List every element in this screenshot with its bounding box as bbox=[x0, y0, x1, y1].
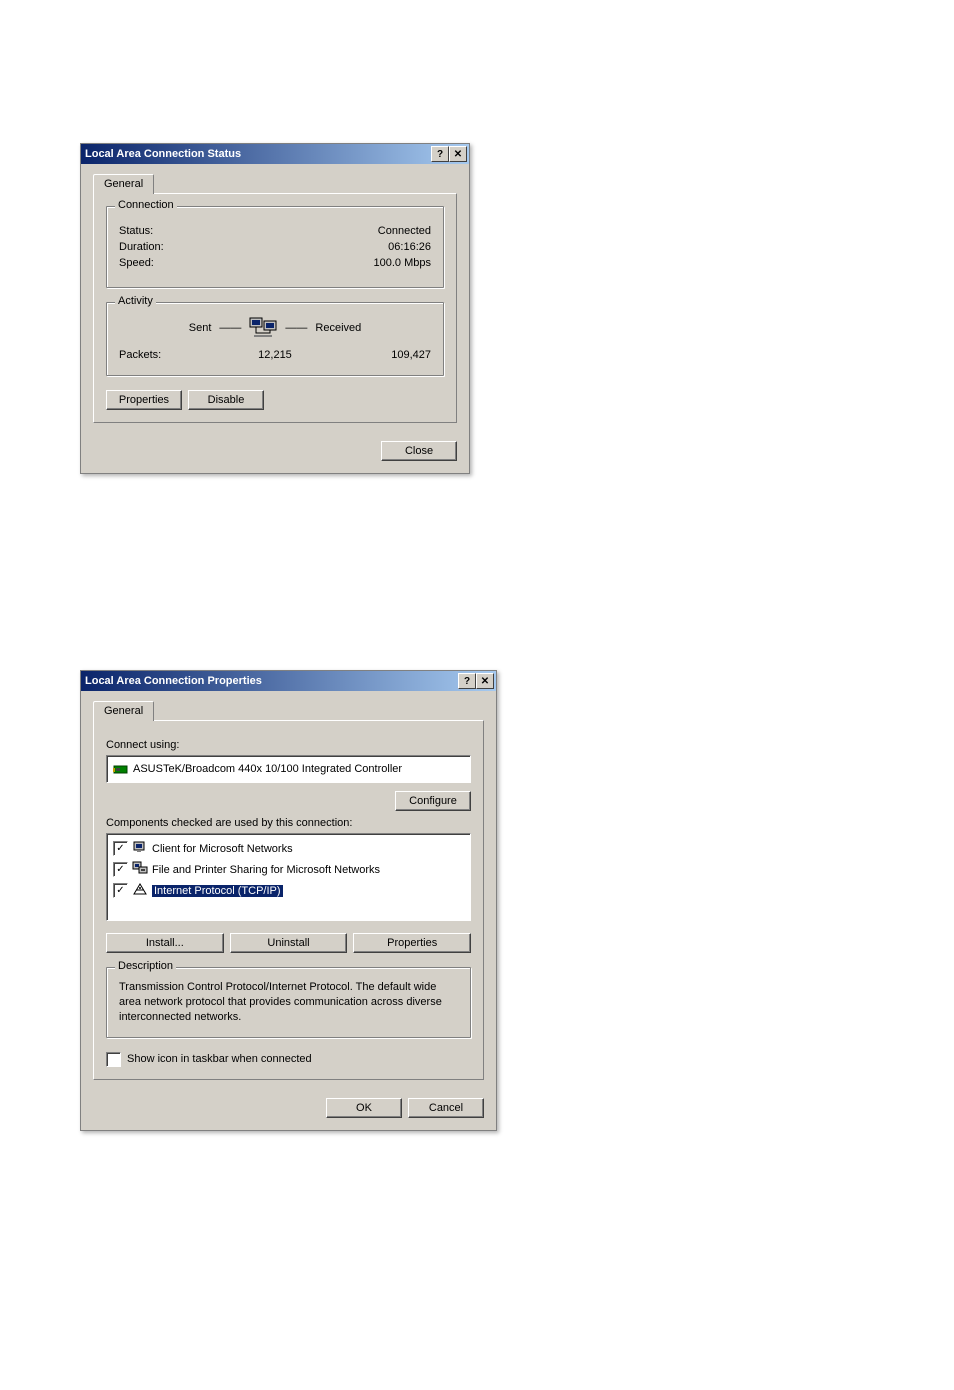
cancel-button[interactable]: Cancel bbox=[408, 1098, 484, 1118]
titlebar-buttons: ? ✕ bbox=[458, 673, 494, 689]
uninstall-button[interactable]: Uninstall bbox=[230, 933, 348, 953]
tab-general[interactable]: General bbox=[93, 174, 154, 194]
configure-button[interactable]: Configure bbox=[395, 791, 471, 811]
activity-group: Activity Sent —— —— bbox=[106, 302, 444, 376]
component-item[interactable]: ✓ Internet Protocol (TCP/IP) bbox=[113, 880, 464, 901]
status-value: Connected bbox=[378, 225, 431, 237]
description-legend: Description bbox=[115, 960, 176, 972]
component-icon bbox=[132, 882, 148, 899]
components-listbox[interactable]: ✓ Client for Microsoft Networks ✓ File and … bbox=[106, 833, 471, 921]
status-label: Status: bbox=[119, 225, 153, 237]
close-footer-button[interactable]: Close bbox=[381, 441, 457, 461]
packets-label: Packets: bbox=[119, 349, 222, 361]
disable-button[interactable]: Disable bbox=[188, 390, 264, 410]
connection-status-dialog: Local Area Connection Status ? ✕ General… bbox=[80, 143, 470, 474]
component-checkbox[interactable]: ✓ bbox=[113, 862, 128, 877]
component-item[interactable]: ✓ File and Printer Sharing for Microsoft … bbox=[113, 859, 464, 880]
sent-label: Sent bbox=[189, 322, 212, 334]
components-label: Components checked are used by this conn… bbox=[106, 817, 471, 829]
dash-left: —— bbox=[219, 322, 241, 334]
install-button[interactable]: Install... bbox=[106, 933, 224, 953]
connection-properties-dialog: Local Area Connection Properties ? ✕ Gen… bbox=[80, 670, 497, 1131]
help-button[interactable]: ? bbox=[431, 146, 449, 162]
component-icon bbox=[132, 861, 148, 878]
duration-label: Duration: bbox=[119, 241, 164, 253]
speed-value: 100.0 Mbps bbox=[374, 257, 431, 269]
description-group: Description Transmission Control Protoco… bbox=[106, 967, 471, 1038]
show-icon-label: Show icon in taskbar when connected bbox=[127, 1053, 312, 1065]
dash-right: —— bbox=[285, 322, 307, 334]
component-label: Internet Protocol (TCP/IP) bbox=[152, 885, 283, 897]
description-text: Transmission Control Protocol/Internet P… bbox=[119, 980, 458, 1025]
connect-using-label: Connect using: bbox=[106, 739, 471, 751]
close-button[interactable]: ✕ bbox=[476, 673, 494, 689]
titlebar: Local Area Connection Status ? ✕ bbox=[81, 144, 469, 164]
show-icon-checkbox[interactable]: ✓ bbox=[106, 1052, 121, 1067]
packets-sent-value: 12,215 bbox=[224, 349, 327, 361]
component-checkbox[interactable]: ✓ bbox=[113, 883, 128, 898]
nic-card-icon bbox=[113, 763, 127, 775]
adapter-name: ASUSTeK/Broadcom 440x 10/100 Integrated … bbox=[133, 763, 402, 775]
component-checkbox[interactable]: ✓ bbox=[113, 841, 128, 856]
activity-legend: Activity bbox=[115, 295, 156, 307]
close-button[interactable]: ✕ bbox=[449, 146, 467, 162]
titlebar-text: Local Area Connection Properties bbox=[85, 675, 262, 687]
connection-group: Connection Status: Connected Duration: 0… bbox=[106, 206, 444, 288]
component-label: Client for Microsoft Networks bbox=[152, 843, 293, 855]
titlebar-buttons: ? ✕ bbox=[431, 146, 467, 162]
connection-legend: Connection bbox=[115, 199, 177, 211]
titlebar-text: Local Area Connection Status bbox=[85, 148, 241, 160]
component-label: File and Printer Sharing for Microsoft N… bbox=[152, 864, 380, 876]
received-label: Received bbox=[315, 322, 361, 334]
speed-label: Speed: bbox=[119, 257, 154, 269]
network-activity-icon bbox=[249, 317, 277, 339]
properties-button[interactable]: Properties bbox=[353, 933, 471, 953]
ok-button[interactable]: OK bbox=[326, 1098, 402, 1118]
duration-value: 06:16:26 bbox=[388, 241, 431, 253]
tab-general[interactable]: General bbox=[93, 701, 154, 721]
component-icon bbox=[132, 840, 148, 857]
help-button[interactable]: ? bbox=[458, 673, 476, 689]
properties-button[interactable]: Properties bbox=[106, 390, 182, 410]
adapter-display: ASUSTeK/Broadcom 440x 10/100 Integrated … bbox=[106, 755, 471, 783]
titlebar: Local Area Connection Properties ? ✕ bbox=[81, 671, 496, 691]
component-item[interactable]: ✓ Client for Microsoft Networks bbox=[113, 838, 464, 859]
packets-received-value: 109,427 bbox=[328, 349, 431, 361]
